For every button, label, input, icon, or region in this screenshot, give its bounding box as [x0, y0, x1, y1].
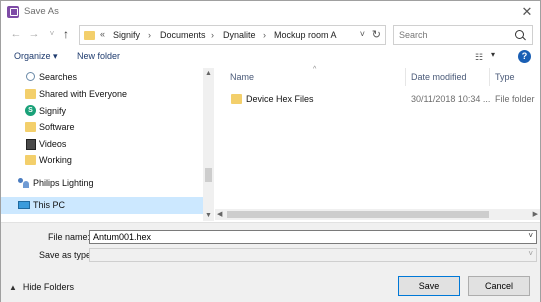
file-name-value: Antum001.hex — [93, 232, 152, 242]
nav-item-label: Software — [39, 122, 75, 132]
folder-icon — [25, 155, 36, 165]
command-toolbar: Organize ▾ New folder ☷ ▾ ? — [1, 47, 540, 67]
nav-item-label: This PC — [33, 200, 66, 210]
address-dropdown-icon[interactable]: ˅ — [360, 29, 365, 39]
forward-arrow-icon[interactable]: → — [27, 27, 41, 41]
save-button[interactable]: Save — [398, 276, 460, 296]
save-options-panel: File name: Antum001.hex ˅ Save as type: … — [1, 222, 540, 302]
help-icon[interactable]: ? — [518, 50, 531, 63]
breadcrumb-separator[interactable]: › — [263, 30, 266, 40]
nav-item-this-pc[interactable]: This PC — [1, 197, 203, 214]
nav-item-label: Shared with Everyone — [39, 89, 128, 99]
scrollbar-thumb[interactable] — [227, 211, 489, 218]
pc-icon — [18, 201, 30, 209]
refresh-icon[interactable]: ↻ — [372, 28, 381, 41]
file-name-dropdown-icon[interactable]: ˅ — [528, 231, 533, 240]
video-icon — [26, 139, 36, 150]
breadcrumb-mockup-room-a[interactable]: Mockup room A — [274, 30, 337, 40]
file-type: File folder — [495, 94, 535, 104]
breadcrumb-separator[interactable]: › — [148, 30, 151, 40]
file-date: 30/11/2018 10:34 ... — [411, 94, 491, 104]
up-arrow-icon[interactable]: ↑ — [59, 27, 73, 41]
people-icon — [18, 178, 30, 189]
column-divider[interactable] — [405, 68, 406, 86]
new-folder-button[interactable]: New folder — [77, 51, 120, 61]
view-options-icon[interactable]: ☷ — [475, 52, 485, 62]
sort-caret-icon: ^ — [313, 66, 317, 73]
nav-item-software[interactable]: Software — [1, 119, 203, 136]
nav-item-signify[interactable]: S Signify — [1, 103, 203, 120]
cancel-button[interactable]: Cancel — [468, 276, 530, 296]
folder-icon — [25, 89, 36, 99]
hide-folders-label: Hide Folders — [22, 282, 74, 292]
column-type[interactable]: Type — [495, 72, 515, 82]
file-list: ^ Name Date modified Type Device Hex Fil… — [215, 66, 540, 221]
chevron-up-icon: ▲ — [9, 283, 17, 292]
search-placeholder: Search — [399, 30, 428, 40]
save-as-type-dropdown-icon[interactable]: ˅ — [528, 249, 533, 258]
save-as-type-label: Save as type: — [39, 250, 94, 260]
organize-button[interactable]: Organize ▾ — [14, 51, 58, 62]
recent-locations-dropdown-icon[interactable]: ˅ — [45, 27, 59, 41]
scrollbar-thumb[interactable] — [205, 168, 212, 182]
file-name: Device Hex Files — [246, 94, 314, 104]
navigation-pane: Searches Shared with Everyone S Signify … — [1, 68, 214, 221]
nav-item-videos[interactable]: Videos — [1, 136, 203, 153]
app-icon — [7, 6, 19, 18]
nav-item-searches[interactable]: Searches — [1, 69, 203, 86]
back-arrow-icon[interactable]: ← — [9, 27, 23, 41]
close-icon[interactable]: ✕ — [518, 3, 536, 21]
save-as-dialog: Save As ✕ ← → ˅ ↑ « Signify › Documents … — [0, 0, 541, 302]
nav-item-label: Philips Lighting — [33, 178, 94, 188]
nav-item-philips-lighting[interactable]: Philips Lighting — [1, 175, 203, 192]
search-icon — [26, 72, 35, 81]
column-divider[interactable] — [489, 68, 490, 86]
nav-item-shared-with-everyone[interactable]: Shared with Everyone — [1, 86, 203, 103]
view-dropdown-icon[interactable]: ▾ — [491, 50, 495, 59]
file-row[interactable]: Device Hex Files 30/11/2018 10:34 ... Fi… — [215, 92, 540, 107]
signify-icon: S — [25, 105, 36, 116]
breadcrumb-dynalite[interactable]: Dynalite — [223, 30, 256, 40]
nav-item-label: Videos — [39, 139, 67, 149]
breadcrumb-signify[interactable]: Signify — [113, 30, 140, 40]
folder-icon — [231, 94, 242, 104]
search-icon[interactable] — [515, 30, 524, 39]
scroll-down-icon[interactable]: ▼ — [205, 212, 212, 219]
file-name-field[interactable]: Antum001.hex ˅ — [89, 230, 537, 244]
nav-pane-scrollbar[interactable]: ▲ ▼ — [203, 68, 214, 221]
column-header: ^ Name Date modified Type — [215, 66, 540, 86]
save-as-type-select[interactable]: ˅ — [89, 248, 537, 262]
file-name-label: File name: — [48, 232, 91, 242]
breadcrumb-documents[interactable]: Documents — [160, 30, 206, 40]
nav-item-label: Working — [39, 155, 72, 165]
nav-item-working[interactable]: Working — [1, 152, 203, 169]
search-input[interactable]: Search — [393, 25, 533, 45]
navigation-bar: ← → ˅ ↑ « Signify › Documents › Dynalite… — [1, 23, 540, 47]
scroll-up-icon[interactable]: ▲ — [205, 70, 212, 77]
window-title: Save As — [24, 6, 59, 17]
column-name[interactable]: Name — [230, 72, 254, 82]
folder-icon — [84, 31, 95, 40]
scroll-right-icon[interactable]: ▶ — [533, 210, 538, 218]
scroll-left-icon[interactable]: ◀ — [217, 210, 222, 218]
hide-folders-button[interactable]: ▲ Hide Folders — [9, 282, 74, 292]
breadcrumb-overflow-icon[interactable]: « — [100, 29, 105, 39]
breadcrumb-separator[interactable]: › — [211, 30, 214, 40]
column-date-modified[interactable]: Date modified — [411, 72, 467, 82]
horizontal-scrollbar[interactable]: ◀ ▶ — [215, 209, 540, 220]
address-bar[interactable]: « Signify › Documents › Dynalite › Mocku… — [79, 25, 386, 45]
nav-item-label: Signify — [39, 106, 67, 116]
title-bar: Save As ✕ — [1, 1, 540, 23]
nav-item-label: Searches — [39, 72, 78, 82]
folder-icon — [25, 122, 36, 132]
